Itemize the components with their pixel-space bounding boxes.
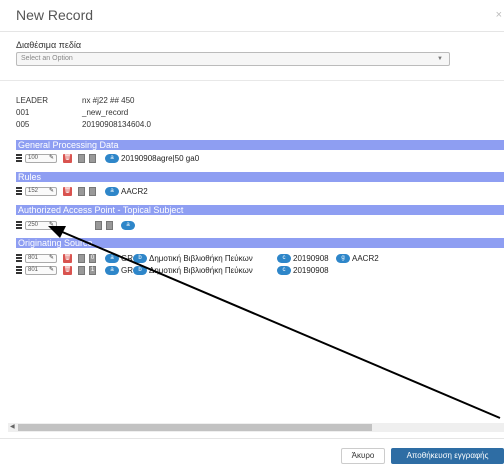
scroll-left-icon[interactable]: ◀ [10,423,15,432]
scrollbar-thumb[interactable] [18,424,372,431]
save-record-button[interactable]: Αποθήκευση εγγραφής [391,448,504,464]
cancel-button[interactable]: Άκυρο [341,448,385,464]
annotation-arrow [48,226,501,419]
horizontal-scrollbar[interactable]: ◀ [8,423,504,432]
footer-divider [0,438,504,439]
